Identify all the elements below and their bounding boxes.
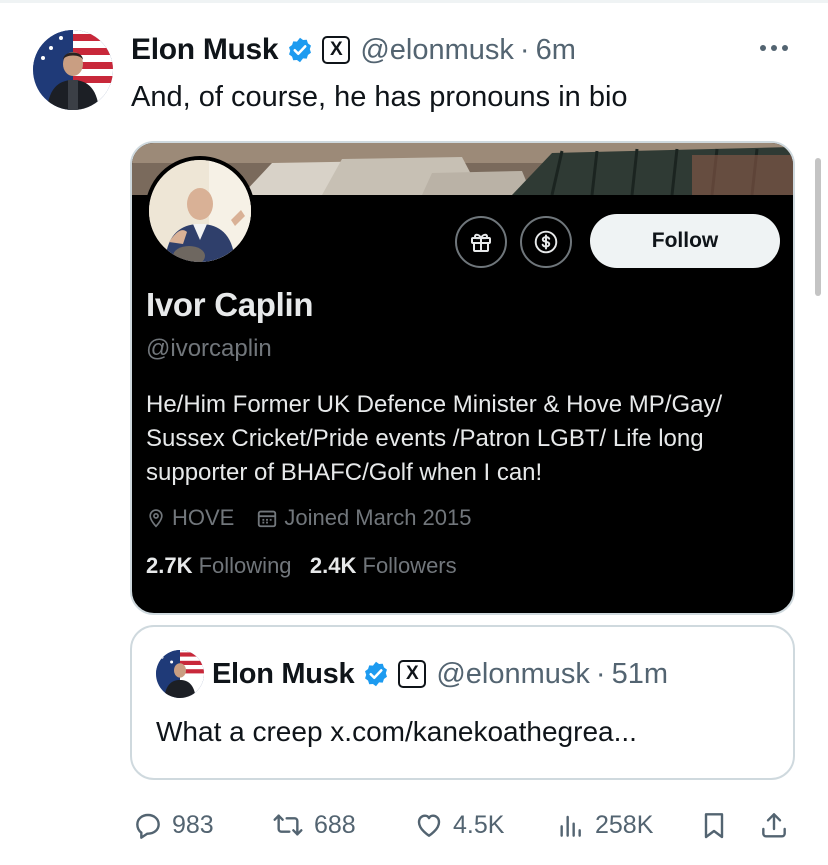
like-count: 4.5K xyxy=(453,810,505,839)
header-separator: · xyxy=(519,33,530,66)
profile-name: Ivor Caplin xyxy=(146,286,314,323)
reply-icon xyxy=(132,809,164,841)
bookmark-icon xyxy=(698,809,730,841)
analytics-icon xyxy=(555,809,587,841)
follow-button[interactable]: Follow xyxy=(590,214,780,268)
view-count: 258K xyxy=(595,810,654,839)
repost-count: 688 xyxy=(314,810,356,839)
following-label: Following xyxy=(198,553,292,578)
quoted-author-name[interactable]: Elon Musk xyxy=(212,658,355,691)
location-pin-icon xyxy=(146,507,166,529)
x-affiliate-badge-icon[interactable]: X xyxy=(322,36,351,64)
profile-avatar[interactable] xyxy=(145,156,255,266)
verified-badge-icon[interactable] xyxy=(362,660,390,688)
quoted-author-avatar[interactable] xyxy=(156,650,204,698)
x-affiliate-badge-icon[interactable]: X xyxy=(398,660,427,688)
verified-badge-icon[interactable] xyxy=(286,36,314,64)
dollar-icon[interactable] xyxy=(520,216,572,268)
more-horizontal-icon[interactable] xyxy=(756,35,792,61)
repost-icon xyxy=(270,809,306,841)
profile-joined-date: Joined March 2015 xyxy=(284,505,472,530)
heart-icon xyxy=(413,809,445,841)
tweet-action-bar: 983 688 4.5K 258K xyxy=(130,805,795,845)
top-divider xyxy=(0,0,828,3)
following-count: 2.7K xyxy=(146,553,193,578)
tweet-timestamp[interactable]: 6m xyxy=(536,34,576,67)
profile-card-image[interactable]: Follow Ivor Caplin @ivorcaplin He/Him Fo… xyxy=(130,141,795,615)
views-button[interactable]: 258K xyxy=(555,805,653,845)
author-avatar[interactable] xyxy=(33,30,113,110)
bookmark-button[interactable] xyxy=(698,805,730,845)
profile-bio: He/Him Former UK Defence Minister & Hove… xyxy=(146,391,723,486)
reply-count: 983 xyxy=(172,810,214,839)
profile-stats: 2.7K Following 2.4K Followers xyxy=(146,553,457,579)
profile-location: HOVE xyxy=(172,505,235,530)
reply-button[interactable]: 983 xyxy=(132,805,214,845)
share-icon xyxy=(758,809,790,841)
quoted-tweet[interactable] xyxy=(130,625,795,780)
quoted-author-handle[interactable]: @elonmusk xyxy=(436,658,590,691)
quoted-tweet-timestamp[interactable]: 51m xyxy=(612,658,668,691)
profile-meta: HOVE Joined March 2015 xyxy=(146,505,471,531)
quoted-tweet-text[interactable]: What a creep x.com/kanekoathegrea... xyxy=(156,716,637,748)
share-button[interactable] xyxy=(758,805,790,845)
profile-handle: @ivorcaplin xyxy=(146,335,272,362)
repost-button[interactable]: 688 xyxy=(270,805,356,845)
tweet-text: And, of course, he has pronouns in bio xyxy=(131,81,628,113)
header-separator: · xyxy=(595,657,606,690)
calendar-icon xyxy=(256,507,278,529)
followers-count: 2.4K xyxy=(309,553,357,578)
author-name[interactable]: Elon Musk xyxy=(131,33,279,67)
tweet-header: Elon Musk X @elonmusk · 6m xyxy=(131,30,576,70)
scrollbar-thumb[interactable] xyxy=(815,158,821,296)
quoted-tweet-header: Elon Musk X @elonmusk · 51m xyxy=(212,654,668,694)
followers-label: Followers xyxy=(362,553,457,578)
author-handle[interactable]: @elonmusk xyxy=(360,34,514,67)
like-button[interactable]: 4.5K xyxy=(413,805,504,845)
gift-icon[interactable] xyxy=(455,216,507,268)
